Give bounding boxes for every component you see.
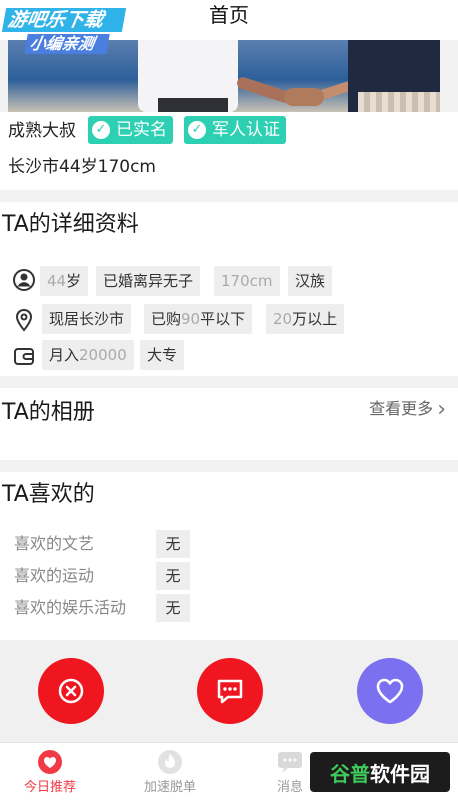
heart-icon [376, 678, 404, 704]
message-icon [278, 752, 302, 773]
housing-tag: 已购90平以下 [144, 304, 253, 334]
location-pin-icon [15, 308, 33, 332]
ethnicity-tag: 汉族 [288, 266, 333, 296]
tab-speed-match[interactable]: 加速脱单 [120, 743, 220, 800]
chat-button[interactable] [197, 658, 263, 724]
like-value-sports: 无 [156, 562, 190, 590]
heart-tab-icon [38, 750, 62, 774]
album-section[interactable]: TA的相册 查看更多 › [0, 388, 458, 460]
likes-section: TA喜欢的 喜欢的文艺 无 喜欢的运动 无 喜欢的娱乐活动 无 [0, 472, 458, 640]
age-tag: 44岁 [40, 266, 89, 296]
corner-watermark: 谷普 软件园 [310, 752, 450, 792]
detail-title: TA的详细资料 [2, 212, 139, 237]
watermark-line2: 小编亲测 [24, 34, 110, 54]
residence-tag: 现居长沙市 [42, 304, 132, 334]
user-icon [13, 269, 35, 291]
like-button[interactable] [357, 658, 423, 724]
check-icon: ✓ [188, 121, 206, 139]
app-page: 游吧乐下载 小编亲测 首页 成熟大叔 ✓ 已实名 ✓ 军人认证 长沙市44岁17… [0, 0, 458, 800]
detail-section: TA的详细资料 44岁 已婚离异无子 170cm 汉族 现居长沙市 已购90平以… [0, 202, 458, 376]
verified-name-badge: ✓ 已实名 [88, 116, 173, 144]
marital-tag: 已婚离异无子 [96, 266, 201, 296]
user-nickname: 成熟大叔 [8, 121, 76, 141]
user-location-age-height: 长沙市44岁170cm [8, 157, 156, 177]
like-label-arts: 喜欢的文艺 [14, 534, 95, 553]
watermark-line1: 游吧乐下载 [1, 8, 127, 32]
reject-button[interactable] [38, 658, 104, 724]
chevron-right-icon: › [437, 397, 446, 422]
site-watermark: 游吧乐下载 小编亲测 [1, 8, 127, 60]
wallet-icon [14, 348, 34, 365]
income-level-tag: 20万以上 [266, 304, 345, 334]
education-tag: 大专 [140, 340, 185, 370]
like-value-entertainment: 无 [156, 594, 190, 622]
height-tag: 170cm [214, 266, 280, 296]
profile-card: 成熟大叔 ✓ 已实名 ✓ 军人认证 长沙市44岁170cm [0, 112, 458, 190]
action-bar [0, 640, 458, 742]
close-icon [58, 678, 84, 704]
military-verified-badge: ✓ 军人认证 [184, 116, 286, 144]
check-icon: ✓ [92, 121, 110, 139]
like-label-sports: 喜欢的运动 [14, 566, 95, 585]
chat-bubble-icon [217, 679, 243, 704]
like-label-entertainment: 喜欢的娱乐活动 [14, 598, 127, 617]
view-more-link[interactable]: 查看更多 › [369, 398, 446, 421]
album-title: TA的相册 [2, 400, 95, 425]
flame-icon [158, 750, 182, 774]
like-value-arts: 无 [156, 530, 190, 558]
monthly-income-tag: 月入20000 [42, 340, 134, 370]
likes-title: TA喜欢的 [2, 482, 95, 507]
tab-today-recommend[interactable]: 今日推荐 [0, 743, 100, 800]
